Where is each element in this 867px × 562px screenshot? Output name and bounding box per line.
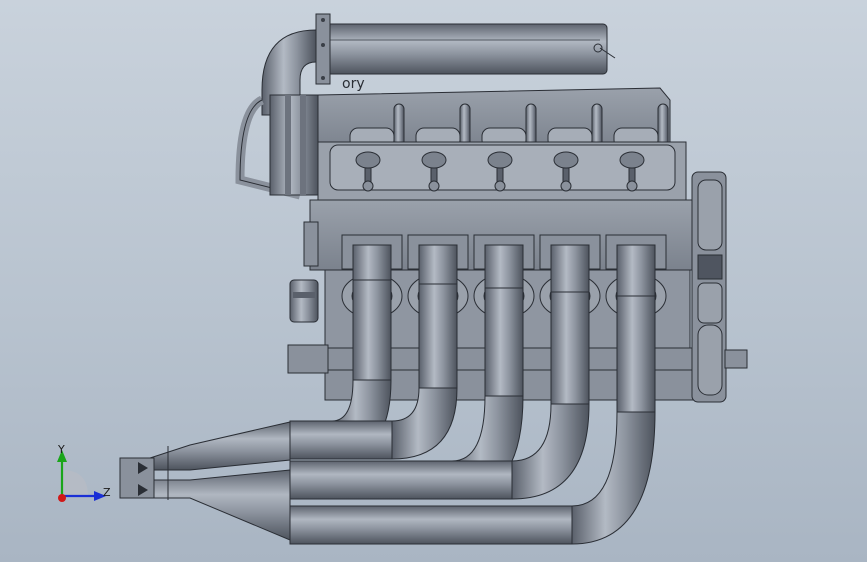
header-primary: [289, 505, 573, 545]
header-runner[interactable]: [418, 244, 458, 389]
header-runner[interactable]: [550, 244, 590, 405]
front-pulleys[interactable]: [691, 171, 748, 403]
ignition-coil[interactable]: [487, 151, 513, 169]
ignition-coil[interactable]: [421, 151, 447, 169]
ignition-coil[interactable]: [619, 151, 645, 169]
exhaust-collector[interactable]: [119, 421, 291, 541]
breather-tube: [591, 103, 603, 149]
valve-cover[interactable]: ory: [317, 76, 671, 151]
cad-viewport[interactable]: ory Y Z: [0, 0, 867, 562]
header-primary: [289, 420, 393, 460]
breather-tube: [525, 103, 537, 149]
intake-runners: [269, 94, 319, 196]
header-runner[interactable]: [616, 244, 656, 413]
header-primary: [289, 460, 513, 500]
valve-cover-text: ory: [342, 76, 365, 92]
breather-tube: [657, 103, 669, 149]
y-axis-label: Y: [58, 443, 65, 456]
origin-point: [58, 494, 66, 502]
header-bend: [511, 403, 590, 500]
z-axis-label: Z: [103, 486, 111, 499]
ignition-coil[interactable]: [355, 151, 381, 169]
flywheel-stub: [287, 344, 329, 374]
triad-plane: [62, 470, 88, 496]
breather-tube: [459, 103, 471, 149]
breather-tube: [393, 103, 405, 149]
header-runner[interactable]: [484, 244, 524, 397]
header-runner[interactable]: [352, 244, 392, 381]
oil-filter[interactable]: [289, 279, 319, 323]
ignition-coil[interactable]: [553, 151, 579, 169]
engine-model[interactable]: ory: [0, 0, 867, 562]
